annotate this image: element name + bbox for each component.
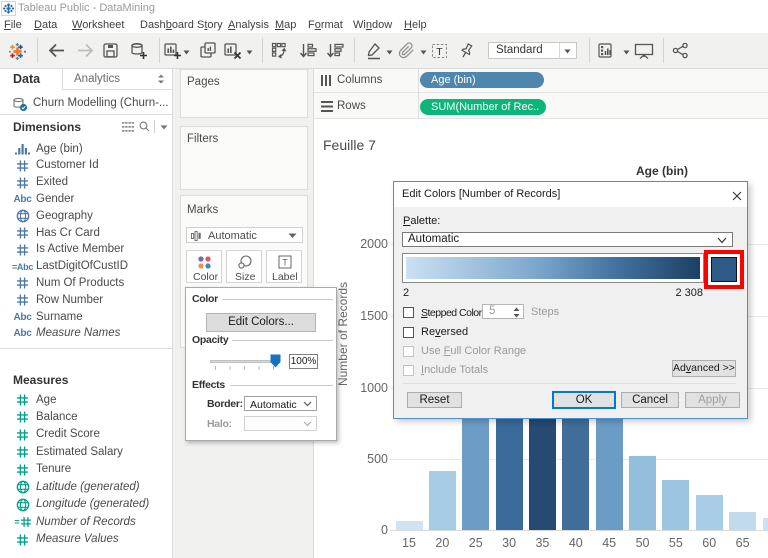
svg-text:T: T	[436, 46, 443, 58]
svg-text:T: T	[282, 258, 288, 268]
